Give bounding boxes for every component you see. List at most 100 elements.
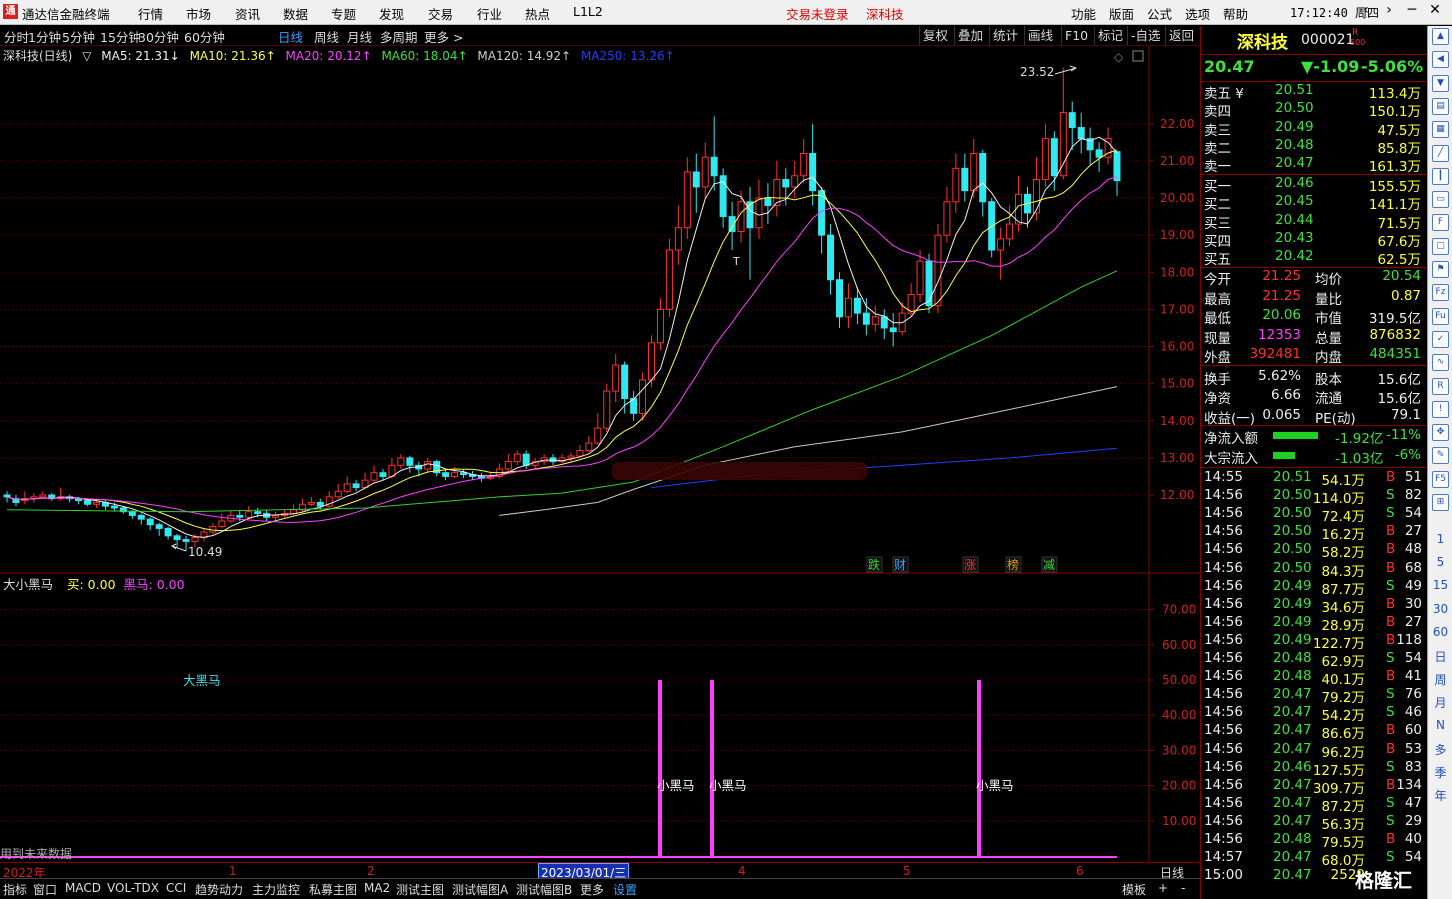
indicator-tab[interactable]: CCI (166, 881, 186, 895)
line-icon[interactable]: ╱ (1432, 144, 1449, 162)
period-tab[interactable]: 周线 (314, 27, 339, 46)
template-button[interactable]: - (1181, 881, 1185, 895)
window-icon[interactable]: ▭ (1432, 191, 1449, 209)
ok-icon[interactable]: ✓ (1432, 330, 1449, 348)
side-toolbar: ▲ ◀ ▼ ▤ ▦ ╱ ┃ ▭ F ▢ ⚑ Fz Fu ✓ ∿ R! ✥ ✎ F5 ⊞ 1 5 15 30 60 日周月 N 多季年 (1427, 26, 1452, 899)
menu-item[interactable]: 版面 (1109, 4, 1134, 23)
f5-icon[interactable]: F5 (1432, 470, 1449, 488)
login-status[interactable]: 交易未登录 (786, 4, 849, 23)
menu-item[interactable]: 发现 (379, 4, 404, 23)
period-shortcut[interactable]: 月 (1428, 694, 1452, 711)
move-icon[interactable]: ✥ (1432, 424, 1449, 442)
indicator-tab[interactable]: 趋势动力 (195, 881, 243, 898)
chart-tool-button[interactable]: 统计 (989, 26, 1021, 45)
grid-icon[interactable]: ▦ (1432, 121, 1449, 139)
alert-icon[interactable]: ! (1432, 400, 1449, 418)
chart-tool-button[interactable]: 画线 (1024, 26, 1056, 45)
candle-icon[interactable]: ┃ (1432, 167, 1449, 185)
menu-item[interactable]: 功能 (1071, 4, 1096, 23)
chart-settings-icon[interactable]: ▽ (82, 49, 91, 63)
chart-tool-button[interactable]: 标记 (1094, 26, 1126, 45)
tick-time: 14:56 (1204, 758, 1243, 775)
period-shortcut[interactable]: 季 (1428, 764, 1452, 781)
period-tab[interactable]: 30分钟 (138, 27, 179, 46)
menu-item[interactable]: 交易 (428, 4, 453, 23)
period-shortcut[interactable]: 30 (1428, 602, 1452, 616)
f10-icon[interactable]: F (1432, 214, 1449, 232)
down-icon[interactable]: ▼ (1432, 74, 1449, 92)
indicator-tab[interactable]: 窗口 (33, 881, 57, 898)
period-tab[interactable]: 多周期 (380, 27, 418, 46)
wave-icon[interactable]: ∿ (1432, 354, 1449, 372)
rsi-icon[interactable]: R (1432, 377, 1449, 395)
chart-icon[interactable]: ▤ (1432, 97, 1449, 115)
menu-item[interactable]: L1L2 (573, 4, 603, 19)
fu-icon[interactable]: Fu (1432, 307, 1449, 325)
indicator-chart[interactable]: 70.0060.0050.0040.0030.0020.0010.00小黑马 小黑… (0, 574, 1199, 862)
indicator-tab[interactable]: 测试幅图B (516, 881, 572, 898)
period-shortcut[interactable]: 多 (1428, 741, 1452, 758)
pen-icon[interactable]: ✎ (1432, 447, 1449, 465)
period-shortcut[interactable]: 60 (1428, 625, 1452, 639)
event-marker[interactable]: 涨 (964, 557, 976, 572)
doc-icon[interactable]: ▢ (1432, 237, 1449, 255)
period-shortcut[interactable]: 5 (1428, 555, 1452, 569)
period-tab[interactable]: 1分钟 (28, 27, 61, 46)
period-tab[interactable]: 15分钟 (100, 27, 141, 46)
period-tab[interactable]: 日线 (278, 27, 303, 46)
chart-tool-button[interactable]: 复权 (919, 26, 951, 45)
indicator-tab[interactable]: VOL-TDX (107, 881, 159, 895)
menu-item[interactable]: 市场 (186, 4, 211, 23)
menu-item[interactable]: 专题 (331, 4, 356, 23)
menu-item[interactable]: 公式 (1147, 4, 1172, 23)
chart-tool-button[interactable]: -自选 (1127, 26, 1164, 45)
event-marker[interactable]: 榜 (1007, 557, 1019, 572)
split-icon[interactable]: ⊞ (1432, 494, 1449, 511)
indicator-tab[interactable]: 主力监控 (252, 881, 300, 898)
period-shortcut[interactable]: 1 (1428, 532, 1452, 546)
indicator-tab[interactable]: 测试主图 (396, 881, 444, 898)
indicator-tab[interactable]: MA2 (364, 881, 390, 895)
menu-item[interactable]: 帮助 (1223, 4, 1248, 23)
period-tab[interactable]: 月线 (347, 27, 372, 46)
period-shortcut[interactable]: 日 (1428, 648, 1452, 665)
indicator-tab[interactable]: 更多 (580, 881, 604, 898)
event-marker[interactable]: 财 (894, 558, 906, 572)
kline-chart[interactable]: 22.00 21.00 20.00 19.00 18.00 17.00 16.00 15.00… (0, 46, 1199, 574)
template-button[interactable]: + (1158, 881, 1168, 895)
event-marker[interactable]: 减 (1043, 558, 1055, 572)
menu-item[interactable]: 行业 (477, 4, 502, 23)
indicator-tab[interactable]: 设置 (613, 881, 637, 898)
forward-icon[interactable]: › (1378, 2, 1400, 18)
period-tab[interactable]: 5分钟 (62, 27, 95, 46)
period-shortcut[interactable]: 年 (1428, 787, 1452, 804)
period-tab[interactable]: 分时 (4, 27, 29, 46)
minimize-icon[interactable]: ─ (1401, 2, 1423, 18)
period-shortcut[interactable]: 周 (1428, 671, 1452, 688)
menu-item[interactable]: 行情 (138, 4, 163, 23)
back-icon[interactable]: ‹ (1355, 2, 1377, 18)
up-icon[interactable]: ▲ (1432, 28, 1449, 45)
template-button[interactable]: 模板 (1122, 881, 1146, 898)
chart-tool-button[interactable]: 叠加 (954, 26, 986, 45)
menu-item[interactable]: 数据 (283, 4, 308, 23)
indicator-tab[interactable]: 指标 (3, 881, 27, 898)
indicator-tab[interactable]: 私募主图 (309, 881, 357, 898)
menu-item[interactable]: 选项 (1185, 4, 1210, 23)
indicator-tab[interactable]: 测试幅图A (452, 881, 508, 898)
flag-icon[interactable]: ⚑ (1432, 261, 1449, 278)
chart-tool-button[interactable]: F10 (1061, 26, 1091, 45)
chart-tool-button[interactable]: 返回 (1165, 26, 1197, 45)
left-icon[interactable]: ◀ (1432, 51, 1449, 69)
menu-item[interactable]: 热点 (525, 4, 550, 23)
period-shortcut[interactable]: N (1428, 718, 1452, 732)
menu-item[interactable]: 资讯 (235, 4, 260, 23)
period-shortcut[interactable]: 15 (1428, 578, 1452, 592)
indicator-tab[interactable]: MACD (65, 881, 101, 895)
event-marker[interactable]: 跌 (868, 557, 880, 572)
fz-icon[interactable]: Fz (1432, 284, 1449, 302)
period-tab[interactable]: 更多 > (424, 27, 463, 46)
chart-expand-icon[interactable]: ◇ (1114, 50, 1124, 64)
close-icon[interactable]: ✕ (1424, 2, 1446, 18)
period-tab[interactable]: 60分钟 (184, 27, 225, 46)
